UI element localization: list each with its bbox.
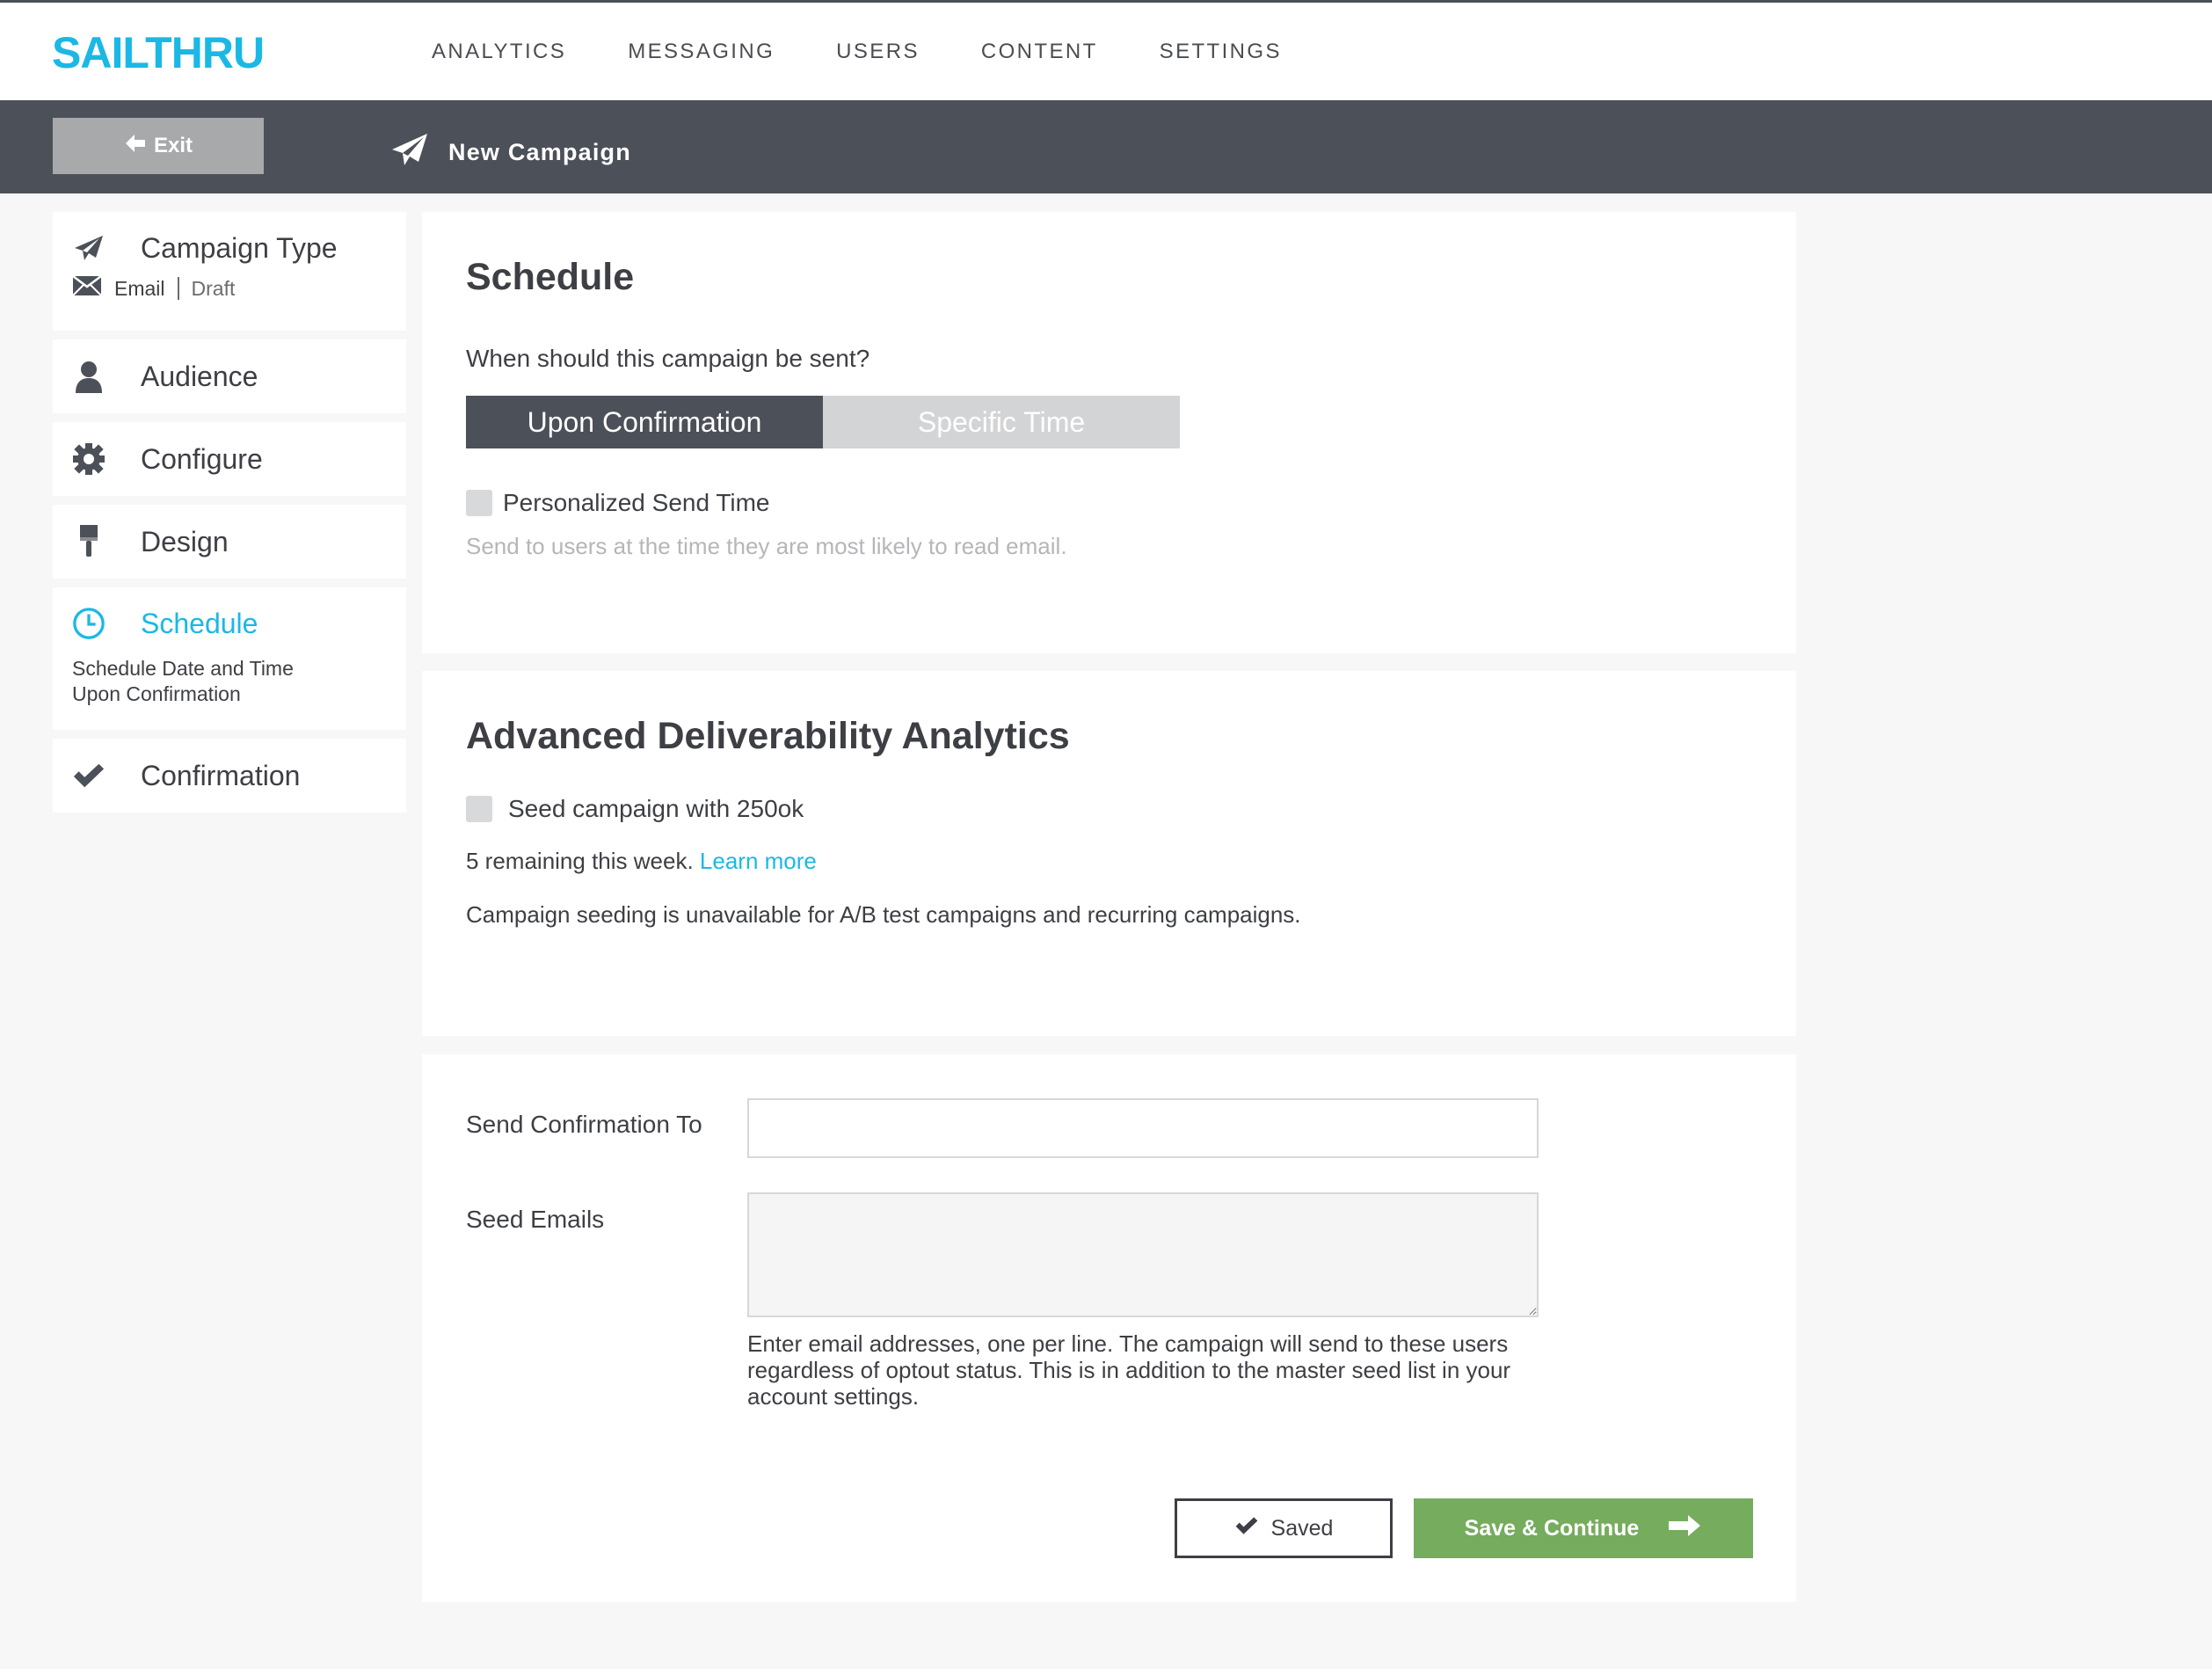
campaign-status: Draft — [191, 276, 236, 300]
sidebar-item-campaign-type[interactable]: Campaign Type Email Draft — [53, 212, 406, 331]
schedule-panel: Schedule When should this campaign be se… — [422, 212, 1796, 653]
saved-button[interactable]: Saved — [1175, 1498, 1393, 1558]
nav-analytics[interactable]: ANALYTICS — [432, 40, 566, 64]
nav-content[interactable]: CONTENT — [981, 40, 1098, 64]
page-title: New Campaign — [448, 139, 631, 165]
save-and-continue-button[interactable]: Save & Continue — [1414, 1498, 1753, 1558]
sidebar-item-label: Campaign Type — [141, 231, 338, 264]
personalized-send-time-help: Send to users at the time they are most … — [466, 533, 1067, 559]
seed-campaign-row: Seed campaign with 250ok — [466, 795, 1796, 823]
arrow-left-icon — [124, 133, 147, 160]
sidebar-item-label: Audience — [141, 360, 258, 392]
learn-more-link[interactable]: Learn more — [700, 848, 817, 874]
sidebar-item-label: Configure — [141, 442, 263, 475]
seed-campaign-checkbox[interactable] — [466, 796, 492, 822]
send-timing-toggle: Upon Confirmation Specific Time — [466, 396, 1796, 448]
paper-plane-icon — [390, 132, 429, 173]
sailthru-logo[interactable]: SAILTHRU — [52, 27, 265, 78]
send-question: When should this campaign be sent? — [466, 345, 870, 372]
save-continue-label: Save & Continue — [1464, 1515, 1640, 1541]
nav-messaging[interactable]: MESSAGING — [628, 40, 775, 64]
checkmark-icon — [72, 759, 106, 792]
sidebar-item-design[interactable]: Design — [53, 505, 406, 579]
sidebar-item-audience[interactable]: Audience — [53, 339, 406, 413]
exit-button[interactable]: Exit — [53, 118, 264, 174]
campaign-type-summary: Email Draft — [72, 275, 406, 323]
campaign-header-bar: Exit New Campaign — [0, 100, 2212, 193]
top-navigation: SAILTHRU ANALYTICS MESSAGING USERS CONTE… — [0, 0, 2212, 100]
personalized-send-time-label: Personalized Send Time — [503, 489, 770, 516]
upon-confirmation-button[interactable]: Upon Confirmation — [466, 396, 823, 448]
envelope-icon — [72, 275, 102, 302]
section-title: Advanced Deliverability Analytics — [466, 715, 1070, 757]
clock-icon — [72, 607, 106, 640]
sidebar-item-configure[interactable]: Configure — [53, 422, 406, 496]
campaign-steps-sidebar: Campaign Type Email Draft Audience Confi… — [53, 212, 406, 821]
schedule-summary-title: Schedule Date and Time — [72, 657, 294, 680]
send-confirmation-label: Send Confirmation To — [466, 1111, 702, 1138]
schedule-summary-value: Upon Confirmation — [72, 682, 241, 705]
seed-remaining-text: 5 remaining this week. — [466, 848, 694, 874]
nav-settings[interactable]: SETTINGS — [1160, 40, 1282, 64]
nav-users[interactable]: USERS — [836, 40, 920, 64]
gear-icon — [72, 442, 106, 476]
sidebar-item-label: Confirmation — [141, 759, 301, 791]
seed-emails-label: Seed Emails — [466, 1206, 605, 1233]
seed-remaining-row: 5 remaining this week. Learn more — [466, 848, 1796, 875]
exit-label: Exit — [153, 134, 193, 157]
seed-campaign-label: Seed campaign with 250ok — [508, 795, 804, 822]
seed-emails-textarea[interactable] — [747, 1192, 1539, 1317]
sidebar-item-schedule[interactable]: Schedule Schedule Date and Time Upon Con… — [53, 587, 406, 730]
checkmark-icon — [1234, 1516, 1259, 1541]
send-confirmation-input[interactable] — [747, 1098, 1539, 1158]
main-nav: ANALYTICS MESSAGING USERS CONTENT SETTIN… — [432, 40, 1343, 64]
sidebar-item-label: Design — [141, 525, 229, 558]
personalized-send-time-row: Personalized Send Time — [466, 489, 1796, 517]
section-title: Schedule — [466, 256, 635, 298]
user-icon — [72, 360, 106, 393]
sidebar-item-label: Schedule — [141, 607, 258, 639]
campaign-channel: Email — [114, 276, 165, 300]
paper-plane-icon — [72, 231, 106, 265]
sidebar-item-confirmation[interactable]: Confirmation — [53, 739, 406, 813]
specific-time-button[interactable]: Specific Time — [823, 396, 1180, 448]
arrow-right-icon — [1667, 1514, 1702, 1543]
paint-brush-icon — [72, 525, 106, 558]
personalized-send-time-checkbox[interactable] — [466, 490, 492, 516]
seed-emails-help: Enter email addresses, one per line. The… — [747, 1330, 1511, 1410]
deliverability-analytics-panel: Advanced Deliverability Analytics Seed c… — [422, 671, 1796, 1036]
seeding-note: Campaign seeding is unavailable for A/B … — [466, 901, 1301, 928]
confirmation-settings-panel: Send Confirmation To Seed Emails Enter e… — [422, 1054, 1796, 1602]
schedule-summary: Schedule Date and Time Upon Confirmation — [72, 656, 406, 728]
saved-label: Saved — [1270, 1515, 1334, 1541]
divider — [177, 277, 179, 300]
campaign-title: New Campaign — [390, 132, 631, 173]
